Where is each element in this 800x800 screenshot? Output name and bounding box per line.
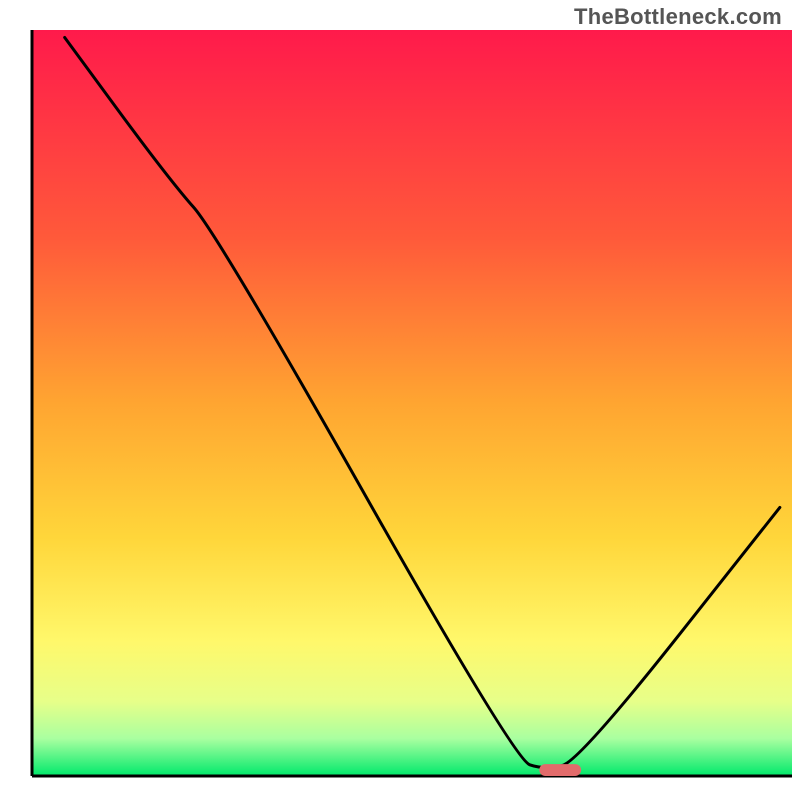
sweet-spot-marker — [539, 764, 581, 776]
chart-svg — [0, 0, 800, 800]
bottleneck-chart: TheBottleneck.com — [0, 0, 800, 800]
plot-background — [32, 30, 792, 776]
